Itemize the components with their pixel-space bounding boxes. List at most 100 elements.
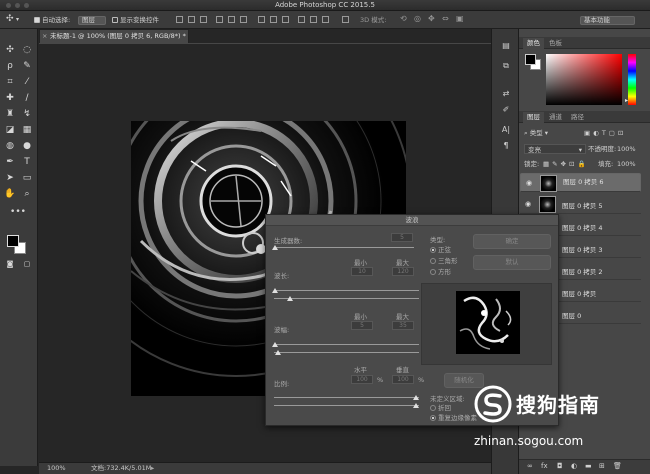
scale-horizontal-input[interactable]: 100 — [351, 375, 373, 384]
move-tool-icon[interactable]: ✣ — [2, 43, 18, 57]
blur-tool-icon[interactable]: ◍ — [2, 139, 18, 153]
layer-row[interactable]: ◉ 图层 0 拷贝 6 — [520, 173, 641, 192]
opacity-value[interactable]: 100% — [617, 144, 636, 154]
distribute-bottom-icon[interactable] — [282, 16, 289, 23]
hand-tool-icon[interactable]: ✋ — [2, 187, 18, 201]
tab-paths[interactable]: 路径 — [567, 112, 588, 123]
distribute-left-icon[interactable] — [298, 16, 305, 23]
path-select-tool-icon[interactable]: ➤ — [2, 171, 18, 185]
align-vcenter-icon[interactable] — [188, 16, 195, 23]
generators-input[interactable]: 5 — [391, 233, 413, 242]
align-right-icon[interactable] — [240, 16, 247, 23]
type-tool-icon[interactable]: T — [19, 155, 35, 169]
quick-mask-icon[interactable]: ◙ — [2, 257, 18, 271]
quick-select-tool-icon[interactable]: ✎ — [19, 59, 35, 73]
wavelength-min-input[interactable]: 10 — [351, 267, 373, 276]
tab-layers[interactable]: 图层 — [523, 112, 544, 123]
workspace-dropdown[interactable]: 基本功能 — [580, 15, 635, 25]
wavelength-max-slider-track[interactable] — [274, 298, 419, 299]
scale-vertical-slider-handle[interactable] — [413, 403, 419, 408]
gradient-tool-icon[interactable]: ▦ — [19, 123, 35, 137]
3d-rotate-icon[interactable]: ⟲ — [400, 14, 407, 24]
scale-vertical-slider-track[interactable] — [274, 405, 419, 406]
ok-button[interactable]: 确定 — [473, 234, 551, 249]
scale-horizontal-slider-handle[interactable] — [413, 395, 419, 400]
tool-preset-dropdown[interactable]: ▾ — [16, 15, 19, 25]
layer-filter-dropdown[interactable]: ⌕ 类型 ▾ — [524, 128, 548, 138]
status-arrow-icon[interactable]: ▸ — [151, 463, 154, 474]
adjustments-panel-icon[interactable]: ⇄ — [500, 88, 512, 100]
character-panel-icon[interactable]: A| — [500, 124, 512, 136]
default-button[interactable]: 默认 — [473, 255, 551, 270]
dodge-tool-icon[interactable]: ● — [19, 139, 35, 153]
new-group-icon[interactable]: ▬ — [585, 462, 592, 470]
align-top-icon[interactable] — [176, 16, 183, 23]
wavelength-max-input[interactable]: 120 — [392, 267, 414, 276]
healing-brush-tool-icon[interactable]: ✚ — [2, 91, 18, 105]
amplitude-max-slider-handle[interactable] — [275, 350, 281, 355]
eye-icon[interactable]: ◉ — [526, 180, 534, 187]
type-sine-radio[interactable]: 正弦 — [430, 244, 451, 254]
color-panel-foreground-swatch[interactable] — [525, 54, 536, 65]
auto-select-checkbox[interactable]: 自动选择: — [34, 15, 70, 25]
tab-color[interactable]: 颜色 — [523, 38, 544, 49]
amplitude-min-slider-track[interactable] — [274, 344, 419, 345]
show-transform-checkbox[interactable]: 显示变换控件 — [112, 15, 159, 25]
color-spectrum-field[interactable] — [546, 54, 622, 105]
paragraph-panel-icon[interactable]: ¶ — [500, 140, 512, 152]
amplitude-min-slider-handle[interactable] — [272, 342, 278, 347]
amplitude-max-slider-track[interactable] — [274, 352, 419, 353]
type-triangle-radio[interactable]: 三角形 — [430, 255, 458, 265]
link-layers-icon[interactable]: ∞ — [527, 462, 533, 470]
wavelength-max-slider-handle[interactable] — [287, 296, 293, 301]
layer-row[interactable]: ◉ 图层 0 拷贝 5 — [520, 195, 641, 214]
lasso-tool-icon[interactable]: ρ — [2, 59, 18, 73]
align-hcenter-icon[interactable] — [228, 16, 235, 23]
foreground-color-swatch[interactable] — [7, 235, 19, 247]
align-left-icon[interactable] — [216, 16, 223, 23]
history-brush-tool-icon[interactable]: ↯ — [19, 107, 35, 121]
generators-slider-track[interactable] — [274, 247, 414, 248]
distribute-vcenter-icon[interactable] — [270, 16, 277, 23]
wavelength-min-slider-track[interactable] — [274, 290, 419, 291]
layer-filter-icons[interactable]: ▣◐T▢⊡ — [584, 128, 626, 138]
history-panel-icon[interactable]: ▤ — [500, 40, 512, 52]
amplitude-max-input[interactable]: 35 — [392, 321, 414, 330]
tab-swatches[interactable]: 色板 — [545, 38, 566, 49]
pen-tool-icon[interactable]: ✒ — [2, 155, 18, 169]
blend-mode-dropdown[interactable]: 变亮 ▾ — [524, 144, 586, 154]
wavelength-min-slider-handle[interactable] — [272, 288, 278, 293]
more-tools-icon[interactable]: ••• — [10, 205, 26, 219]
close-tab-icon[interactable]: × — [42, 30, 47, 43]
distribute-top-icon[interactable] — [258, 16, 265, 23]
eraser-tool-icon[interactable]: ◪ — [2, 123, 18, 137]
shape-tool-icon[interactable]: ▭ — [19, 171, 35, 185]
crop-tool-icon[interactable]: ⌗ — [2, 75, 18, 89]
eyedropper-tool-icon[interactable]: ⁄ — [19, 75, 35, 89]
tab-channels[interactable]: 通道 — [545, 112, 566, 123]
auto-align-icon[interactable] — [342, 16, 349, 23]
brush-tool-icon[interactable]: ∕ — [19, 91, 35, 105]
3d-slide-icon[interactable]: ⇔ — [442, 14, 449, 24]
3d-roll-icon[interactable]: ◎ — [414, 14, 421, 24]
distribute-hcenter-icon[interactable] — [310, 16, 317, 23]
lock-icons[interactable]: ▦✎✥⊡🔒 — [543, 159, 589, 169]
add-mask-icon[interactable]: ◘ — [557, 462, 563, 470]
generators-slider-handle[interactable] — [272, 245, 278, 250]
delete-layer-icon[interactable]: 🗑 — [613, 462, 622, 470]
scale-horizontal-slider-track[interactable] — [274, 397, 419, 398]
eye-icon[interactable]: ◉ — [525, 201, 533, 208]
document-tab[interactable]: × 未标题-1 @ 100% (图层 0 拷贝 6, RGB/8*) * — [39, 29, 189, 43]
3d-scale-icon[interactable]: ▣ — [456, 14, 464, 24]
hue-slider[interactable] — [628, 54, 636, 105]
marquee-tool-icon[interactable]: ◌ — [19, 43, 35, 57]
move-tool-icon[interactable]: ✣ — [6, 14, 14, 24]
hue-slider-handle-icon[interactable]: ▸ — [625, 97, 628, 104]
screen-mode-icon[interactable]: ▢ — [19, 257, 35, 271]
zoom-tool-icon[interactable]: ⌕ — [19, 187, 35, 201]
new-layer-icon[interactable]: ⊞ — [599, 462, 605, 470]
zoom-level[interactable]: 100% — [47, 463, 66, 474]
3d-pan-icon[interactable]: ✥ — [428, 14, 435, 24]
fill-value[interactable]: 100% — [617, 159, 636, 169]
adjustment-layer-icon[interactable]: ◐ — [571, 462, 577, 470]
